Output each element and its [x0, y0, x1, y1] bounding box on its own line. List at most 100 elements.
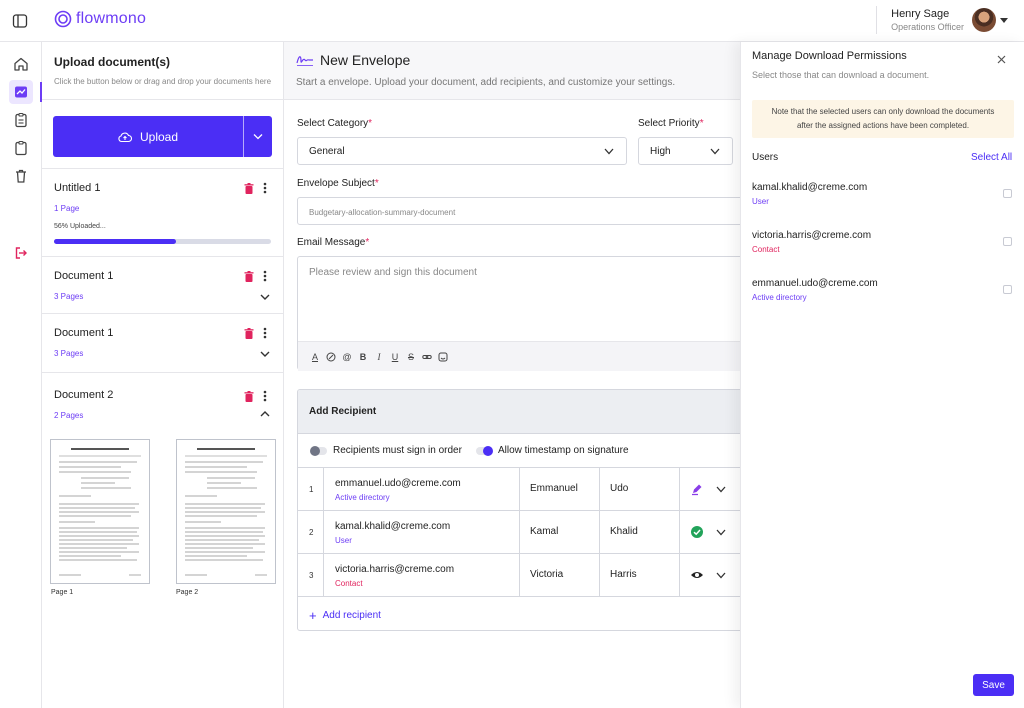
chevron-down-icon[interactable]: [260, 293, 270, 301]
delete-icon[interactable]: [244, 183, 254, 194]
cloud-upload-icon: [118, 132, 132, 142]
text-color-icon[interactable]: A: [310, 352, 320, 362]
more-options-icon[interactable]: [263, 182, 267, 194]
divider: [876, 6, 878, 34]
recipient-row[interactable]: 2 kamal.khalid@creme.com User Kamal Khal…: [298, 511, 740, 554]
delete-icon[interactable]: [244, 271, 254, 282]
document-pages: 3 Pages: [54, 292, 84, 301]
page-thumbnail[interactable]: [176, 439, 276, 584]
underline-icon[interactable]: U: [390, 352, 400, 362]
paint-icon[interactable]: [326, 352, 336, 362]
timestamp-label: Allow timestamp on signature: [497, 445, 629, 456]
activity-icon[interactable]: [13, 84, 29, 100]
strikethrough-icon[interactable]: S: [406, 352, 416, 362]
recipient-last-name: Khalid: [610, 526, 638, 537]
recipient-last-name: Harris: [610, 569, 637, 580]
page-thumbnail[interactable]: [50, 439, 150, 584]
add-recipient-label: Add recipient: [322, 610, 381, 621]
formatting-toolbar: A @ B I U S: [298, 341, 740, 371]
document-item[interactable]: Document 1 3 Pages: [42, 313, 283, 372]
close-icon[interactable]: [997, 55, 1006, 64]
user-type: Active directory: [752, 293, 807, 302]
page-preview: [59, 448, 141, 576]
toggle-knob: [310, 445, 320, 456]
user-menu[interactable]: Henry Sage Operations Officer: [876, 6, 1008, 34]
user-checkbox[interactable]: [1003, 285, 1012, 294]
recipient-row[interactable]: 3 victoria.harris@creme.com Contact Vict…: [298, 554, 740, 597]
more-options-icon[interactable]: [263, 390, 267, 402]
category-select[interactable]: General: [297, 137, 627, 165]
logout-icon[interactable]: [13, 245, 29, 261]
italic-icon[interactable]: I: [374, 352, 384, 362]
bold-icon[interactable]: B: [358, 352, 368, 362]
delete-icon[interactable]: [244, 328, 254, 339]
chevron-down-icon: [604, 148, 614, 155]
app-logo[interactable]: flowmono: [54, 10, 146, 28]
divider: [323, 468, 324, 511]
subject-label: Envelope Subject*: [297, 178, 379, 189]
check-circle-icon[interactable]: [690, 525, 704, 539]
delete-icon[interactable]: [244, 391, 254, 402]
mention-icon[interactable]: @: [342, 352, 352, 362]
recipients-header: Add Recipient: [298, 390, 740, 434]
upload-options-button[interactable]: [244, 116, 272, 157]
more-options-icon[interactable]: [263, 270, 267, 282]
recipient-type: Contact: [335, 579, 363, 588]
user-type: Contact: [752, 245, 780, 254]
more-options-icon[interactable]: [263, 327, 267, 339]
user-email: kamal.khalid@creme.com: [752, 182, 868, 193]
chevron-up-icon[interactable]: [260, 410, 270, 418]
divider: [519, 511, 520, 554]
caret-down-icon[interactable]: [1000, 17, 1008, 23]
eye-icon[interactable]: [690, 568, 704, 582]
user-checkbox[interactable]: [1003, 189, 1012, 198]
user-checkbox[interactable]: [1003, 237, 1012, 246]
document-item[interactable]: Document 1 3 Pages: [42, 256, 283, 313]
select-all-link[interactable]: Select All: [971, 152, 1012, 163]
clipboard-list-icon[interactable]: [13, 112, 29, 128]
divider: [599, 468, 600, 511]
upload-progress-bar: [54, 239, 271, 244]
note-line: Note that the selected users can only do…: [771, 107, 995, 116]
document-pages: 2 Pages: [54, 411, 84, 420]
chevron-down-icon[interactable]: [716, 486, 726, 493]
add-recipient-button[interactable]: + Add recipient: [309, 608, 381, 623]
sign-in-order-label: Recipients must sign in order: [333, 445, 462, 456]
chevron-down-icon[interactable]: [260, 350, 270, 358]
trash-icon[interactable]: [13, 168, 29, 184]
subject-input[interactable]: Budgetary-allocation-summary-document: [297, 197, 740, 225]
recipient-options: Recipients must sign in order Allow time…: [298, 434, 740, 468]
message-textarea[interactable]: Please review and sign this document A @…: [297, 256, 740, 371]
avatar[interactable]: [972, 8, 996, 32]
timestamp-toggle[interactable]: [475, 445, 493, 456]
top-bar: flowmono Henry Sage Operations Officer: [0, 0, 1024, 42]
chevron-down-icon[interactable]: [716, 572, 726, 579]
priority-select[interactable]: High: [638, 137, 733, 165]
recipient-type: User: [335, 536, 352, 545]
save-button[interactable]: Save: [973, 674, 1014, 696]
sign-in-order-toggle[interactable]: [310, 445, 327, 456]
home-icon[interactable]: [13, 56, 29, 72]
divider: [599, 554, 600, 597]
toggle-knob: [482, 445, 493, 456]
recipient-row[interactable]: 1 emmanuel.udo@creme.com Active director…: [298, 468, 740, 511]
recipient-first-name: Emmanuel: [530, 483, 578, 494]
emoji-icon[interactable]: [438, 352, 448, 362]
divider: [519, 468, 520, 511]
documents-panel: Upload document(s) Click the button belo…: [42, 42, 284, 708]
upload-label: Upload: [139, 129, 179, 144]
recipient-email: kamal.khalid@creme.com: [335, 521, 451, 532]
link-icon[interactable]: [422, 352, 432, 362]
divider: [323, 511, 324, 554]
clipboard-icon[interactable]: [13, 140, 29, 156]
chevron-down-icon: [710, 148, 720, 155]
chevron-down-icon: [253, 134, 263, 140]
recipient-email: victoria.harris@creme.com: [335, 564, 455, 575]
document-pages: 1 Page: [54, 204, 80, 213]
sign-pen-icon[interactable]: [690, 482, 704, 496]
upload-button[interactable]: Upload: [53, 116, 244, 157]
sidebar-toggle-icon[interactable]: [12, 13, 28, 29]
chevron-down-icon[interactable]: [716, 529, 726, 536]
users-heading: Users: [752, 152, 779, 163]
priority-label: Select Priority*: [638, 118, 704, 129]
